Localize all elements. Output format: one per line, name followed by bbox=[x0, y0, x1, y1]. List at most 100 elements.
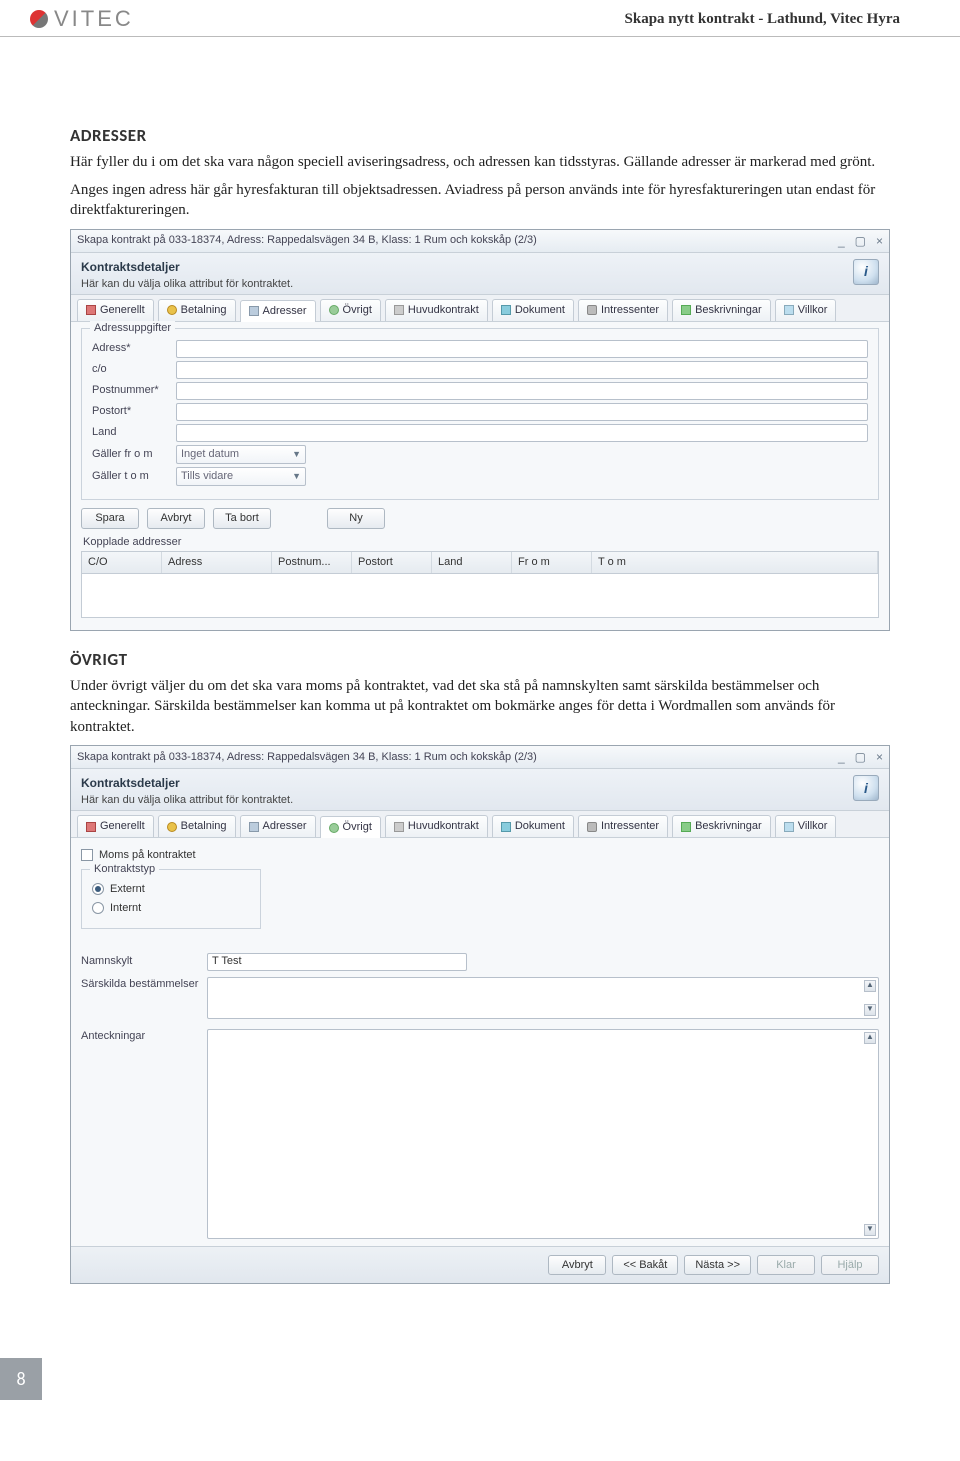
tab-huvudkontrakt[interactable]: Huvudkontrakt bbox=[385, 815, 488, 837]
group-kontraktstyp: Kontraktstyp bbox=[90, 862, 159, 877]
radio-externt[interactable] bbox=[92, 883, 104, 895]
col-co[interactable]: C/O bbox=[82, 552, 162, 573]
label-land: Land bbox=[92, 425, 170, 440]
wizard-footer: Avbryt << Bakåt Nästa >> Klar Hjälp bbox=[71, 1246, 889, 1284]
avbryt-button[interactable]: Avbryt bbox=[147, 508, 205, 529]
wizard-avbryt-button[interactable]: Avbryt bbox=[548, 1255, 606, 1276]
label-co: c/o bbox=[92, 362, 170, 377]
wizard-nasta-button[interactable]: Nästa >> bbox=[684, 1255, 751, 1276]
label-anteckningar: Anteckningar bbox=[81, 1029, 201, 1044]
help-icon[interactable]: i bbox=[853, 259, 879, 285]
help-icon[interactable]: i bbox=[853, 775, 879, 801]
tab-dokument[interactable]: Dokument bbox=[492, 299, 574, 321]
document-title: Skapa nytt kontrakt - Lathund, Vitec Hyr… bbox=[625, 11, 900, 28]
app1-titlebar: Skapa kontrakt på 033-18374, Adress: Rap… bbox=[71, 230, 889, 253]
chevron-down-icon: ▼ bbox=[292, 448, 301, 460]
col-land[interactable]: Land bbox=[432, 552, 512, 573]
tab-villkor[interactable]: Villkor bbox=[775, 815, 837, 837]
tree-icon bbox=[681, 305, 691, 315]
app2-title: Skapa kontrakt på 033-18374, Adress: Rap… bbox=[77, 750, 537, 765]
tab-betalning[interactable]: Betalning bbox=[158, 299, 236, 321]
tab-ovrigt[interactable]: Övrigt bbox=[320, 816, 381, 838]
close-icon[interactable]: × bbox=[876, 233, 883, 249]
minimize-icon[interactable]: _ bbox=[838, 749, 845, 765]
tab-adresser[interactable]: Adresser bbox=[240, 300, 316, 322]
maximize-icon[interactable]: ▢ bbox=[855, 749, 866, 765]
minimize-icon[interactable]: _ bbox=[838, 233, 845, 249]
group-legend: Adressuppgifter bbox=[90, 321, 175, 336]
input-postnr[interactable] bbox=[176, 382, 868, 400]
scroll-up-icon[interactable]: ▲ bbox=[864, 1032, 876, 1044]
tab-ovrigt[interactable]: Övrigt bbox=[320, 299, 381, 321]
page-content: ADRESSER Här fyller du i om det ska vara… bbox=[0, 37, 960, 1318]
col-adress[interactable]: Adress bbox=[162, 552, 272, 573]
label-externt: Externt bbox=[110, 882, 145, 897]
tab-beskrivningar[interactable]: Beskrivningar bbox=[672, 815, 771, 837]
app2-titlebar: Skapa kontrakt på 033-18374, Adress: Rap… bbox=[71, 746, 889, 769]
tab-betalning[interactable]: Betalning bbox=[158, 815, 236, 837]
tab-dokument[interactable]: Dokument bbox=[492, 815, 574, 837]
linked-grid-body[interactable] bbox=[81, 574, 879, 618]
textarea-anteckningar[interactable]: ▲ ▼ bbox=[207, 1029, 879, 1239]
input-namnskylt[interactable]: T Test bbox=[207, 953, 467, 971]
document-icon bbox=[501, 305, 511, 315]
linked-addresses-label: Kopplade addresser bbox=[83, 535, 879, 550]
list-icon bbox=[784, 305, 794, 315]
group-adressuppgifter: Adressuppgifter Adress* c/o Postnummer* … bbox=[81, 328, 879, 500]
square-icon bbox=[86, 822, 96, 832]
document-icon bbox=[501, 822, 511, 832]
app2-panel-title: Kontraktsdetaljer bbox=[81, 775, 879, 791]
app-window-ovrigt: Skapa kontrakt på 033-18374, Adress: Rap… bbox=[70, 745, 890, 1284]
vitec-logo: VITEC bbox=[30, 6, 134, 32]
combo-from[interactable]: Inget datum▼ bbox=[176, 445, 306, 464]
col-from[interactable]: Fr o m bbox=[512, 552, 592, 573]
scroll-down-icon[interactable]: ▼ bbox=[864, 1224, 876, 1236]
input-co[interactable] bbox=[176, 361, 868, 379]
app1-panel-sub: Här kan du välja olika attribut för kont… bbox=[81, 277, 879, 292]
section-adresser-p2: Anges ingen adress här går hyresfakturan… bbox=[70, 180, 890, 221]
label-internt: Internt bbox=[110, 901, 141, 916]
section-adresser-p1: Här fyller du i om det ska vara någon sp… bbox=[70, 152, 890, 172]
tab-villkor[interactable]: Villkor bbox=[775, 299, 837, 321]
wizard-klar-button[interactable]: Klar bbox=[757, 1255, 815, 1276]
label-adress: Adress* bbox=[92, 341, 170, 356]
coin-icon bbox=[167, 305, 177, 315]
app2-tabs: Generellt Betalning Adresser Övrigt Huvu… bbox=[71, 811, 889, 838]
input-land[interactable] bbox=[176, 424, 868, 442]
textarea-sarskilda[interactable]: ▲ ▼ bbox=[207, 977, 879, 1019]
label-tom: Gäller t o m bbox=[92, 469, 170, 484]
label-sarskilda: Särskilda bestämmelser bbox=[81, 977, 201, 992]
ny-button[interactable]: Ny bbox=[327, 508, 385, 529]
close-icon[interactable]: × bbox=[876, 749, 883, 765]
wizard-hjalp-button[interactable]: Hjälp bbox=[821, 1255, 879, 1276]
spara-button[interactable]: Spara bbox=[81, 508, 139, 529]
vitec-mark-icon bbox=[30, 10, 48, 28]
input-adress[interactable] bbox=[176, 340, 868, 358]
address-icon bbox=[249, 822, 259, 832]
tab-beskrivningar[interactable]: Beskrivningar bbox=[672, 299, 771, 321]
combo-tom[interactable]: Tills vidare▼ bbox=[176, 467, 306, 486]
maximize-icon[interactable]: ▢ bbox=[855, 233, 866, 249]
scroll-up-icon[interactable]: ▲ bbox=[864, 980, 876, 992]
label-postnr: Postnummer* bbox=[92, 383, 170, 398]
tab-generellt[interactable]: Generellt bbox=[77, 815, 154, 837]
col-postort[interactable]: Postort bbox=[352, 552, 432, 573]
col-tom[interactable]: T o m bbox=[592, 552, 878, 573]
tab-huvudkontrakt[interactable]: Huvudkontrakt bbox=[385, 299, 488, 321]
tab-generellt[interactable]: Generellt bbox=[77, 299, 154, 321]
link-icon bbox=[394, 305, 404, 315]
col-postnum[interactable]: Postnum... bbox=[272, 552, 352, 573]
tab-intressenter[interactable]: Intressenter bbox=[578, 815, 668, 837]
tab-intressenter[interactable]: Intressenter bbox=[578, 299, 668, 321]
tab-adresser[interactable]: Adresser bbox=[240, 815, 316, 837]
tabort-button[interactable]: Ta bort bbox=[213, 508, 271, 529]
input-postort[interactable] bbox=[176, 403, 868, 421]
scroll-down-icon[interactable]: ▼ bbox=[864, 1004, 876, 1016]
checkbox-moms[interactable] bbox=[81, 849, 93, 861]
label-moms: Moms på kontraktet bbox=[99, 848, 196, 863]
wizard-bakat-button[interactable]: << Bakåt bbox=[612, 1255, 678, 1276]
person-icon bbox=[587, 822, 597, 832]
radio-internt[interactable] bbox=[92, 902, 104, 914]
app1-title: Skapa kontrakt på 033-18374, Adress: Rap… bbox=[77, 233, 537, 248]
chevron-down-icon: ▼ bbox=[292, 470, 301, 482]
